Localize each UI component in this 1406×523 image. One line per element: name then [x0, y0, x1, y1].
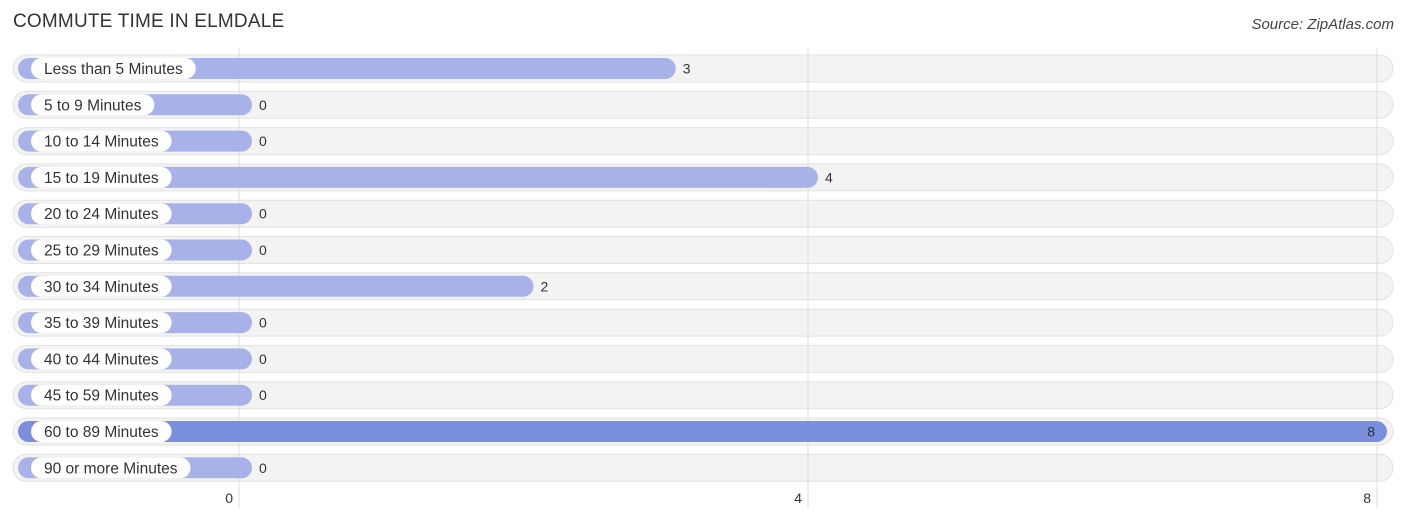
category-label: 15 to 19 Minutes [44, 170, 159, 187]
category-label: 90 or more Minutes [44, 460, 178, 477]
value-label: 0 [259, 351, 267, 367]
bar-row: 60 to 89 Minutes 8 [18, 421, 1387, 442]
value-label: 0 [259, 460, 267, 476]
x-tick-label: 0 [225, 490, 233, 506]
category-label: 20 to 24 Minutes [44, 206, 159, 223]
bar[interactable] [18, 421, 1387, 442]
x-tick-label: 8 [1363, 490, 1371, 506]
x-tick-label: 4 [794, 490, 802, 506]
category-label: 5 to 9 Minutes [44, 97, 142, 114]
category-label: 45 to 59 Minutes [44, 388, 159, 405]
bar-row: 35 to 39 Minutes 0 [18, 312, 267, 334]
value-label: 3 [683, 61, 691, 77]
category-label: Less than 5 Minutes [44, 61, 183, 78]
category-label: 40 to 44 Minutes [44, 351, 159, 368]
bar-row: 90 or more Minutes 0 [18, 457, 267, 479]
category-label: 25 to 29 Minutes [44, 243, 159, 260]
bar-row: 30 to 34 Minutes 2 [18, 275, 549, 297]
category-label: 60 to 89 Minutes [44, 424, 159, 441]
category-label: 10 to 14 Minutes [44, 134, 159, 151]
category-label: 30 to 34 Minutes [44, 279, 159, 296]
value-label: 0 [259, 315, 267, 331]
value-label: 0 [259, 97, 267, 113]
bar-row: 25 to 29 Minutes 0 [18, 239, 267, 261]
bar-row: 5 to 9 Minutes 0 [18, 94, 267, 116]
bar-row: 10 to 14 Minutes 0 [18, 130, 267, 152]
bar-row: 20 to 24 Minutes 0 [18, 203, 267, 225]
category-label: 35 to 39 Minutes [44, 315, 159, 332]
value-label: 4 [825, 169, 833, 185]
value-label: 2 [541, 278, 549, 294]
value-label: 0 [259, 206, 267, 222]
bar-row: 40 to 44 Minutes 0 [18, 348, 267, 370]
bar-row: 15 to 19 Minutes 4 [18, 166, 833, 188]
bar-row: 45 to 59 Minutes 0 [18, 384, 267, 406]
value-label: 0 [259, 387, 267, 403]
value-label: 0 [259, 133, 267, 149]
value-label: 0 [259, 242, 267, 258]
bar-row: Less than 5 Minutes 3 [18, 58, 691, 79]
bar-chart: Less than 5 Minutes 35 to 9 Minutes 010 to… [12, 48, 1394, 508]
value-label: 8 [1367, 424, 1375, 440]
